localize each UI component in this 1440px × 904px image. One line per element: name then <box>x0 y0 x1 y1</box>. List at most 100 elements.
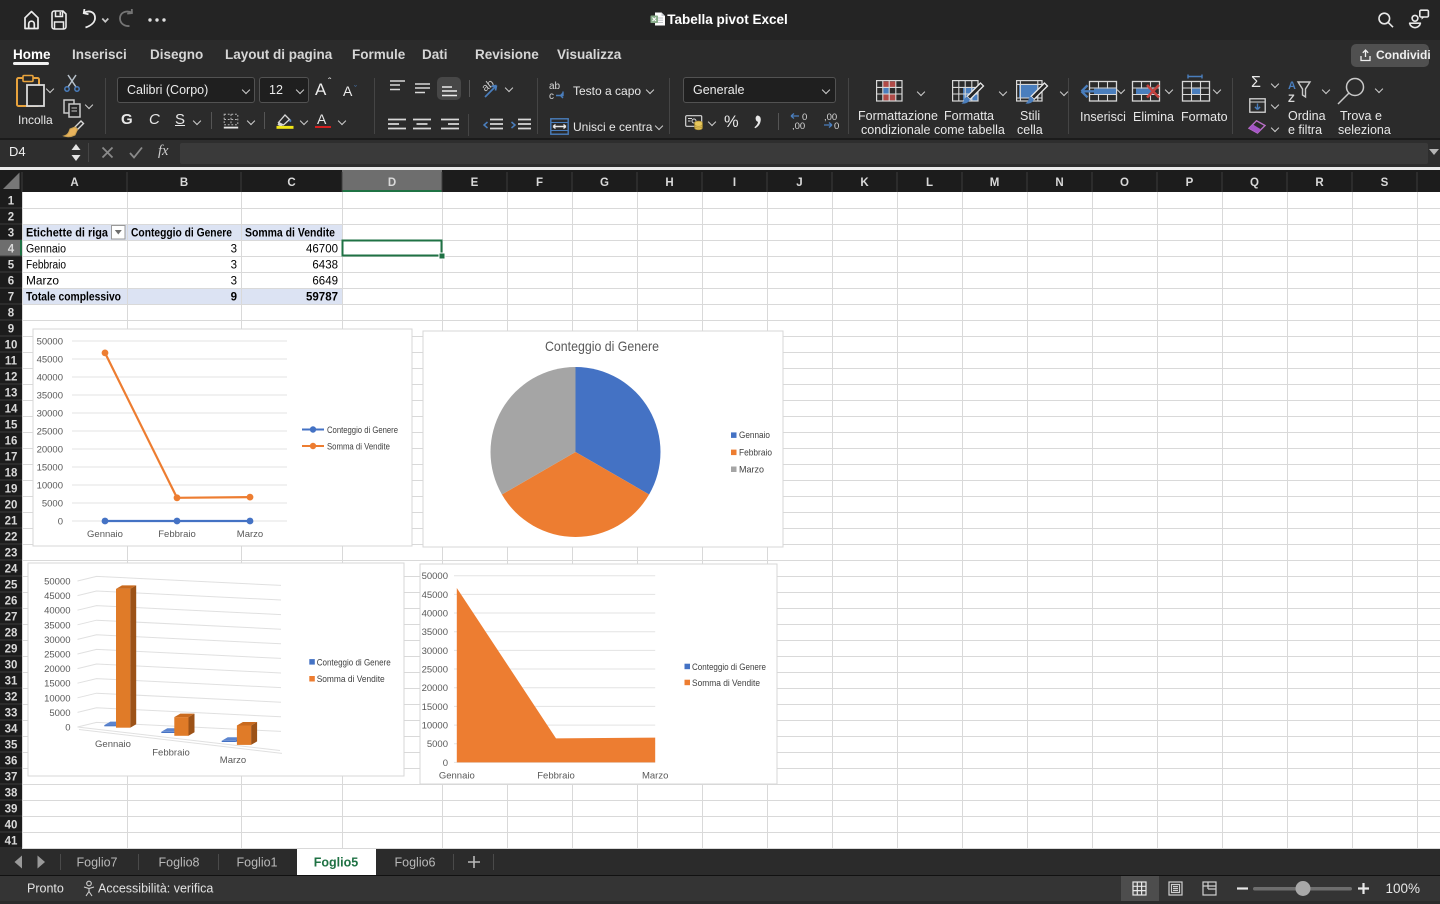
svg-text:Somma di Vendite: Somma di Vendite <box>692 678 760 689</box>
svg-text:30000: 30000 <box>422 646 448 657</box>
svg-text:3: 3 <box>8 228 14 240</box>
svg-text:D: D <box>388 177 396 189</box>
svg-text:5: 5 <box>8 260 15 272</box>
svg-text:30000: 30000 <box>37 409 63 420</box>
svg-text:Gennaio: Gennaio <box>439 771 475 782</box>
svg-text:5000: 5000 <box>49 708 70 719</box>
svg-text:P: P <box>1186 177 1194 189</box>
svg-text:50000: 50000 <box>37 337 63 348</box>
svg-text:15: 15 <box>5 420 18 432</box>
svg-text:Marzo: Marzo <box>237 529 263 540</box>
svg-text:Febbraio: Febbraio <box>537 771 575 782</box>
svg-text:24: 24 <box>5 564 18 576</box>
svg-text:18: 18 <box>5 468 18 480</box>
svg-text:25000: 25000 <box>37 427 63 438</box>
svg-text:H: H <box>665 177 673 189</box>
svg-text:Gennaio: Gennaio <box>739 430 770 441</box>
svg-text:11: 11 <box>5 356 18 368</box>
svg-text:8: 8 <box>8 308 15 320</box>
svg-text:10000: 10000 <box>44 693 70 704</box>
svg-text:40: 40 <box>5 820 18 832</box>
svg-text:22: 22 <box>5 532 18 544</box>
svg-text:2: 2 <box>8 212 14 224</box>
svg-text:29: 29 <box>5 644 18 656</box>
svg-text:30: 30 <box>5 660 18 672</box>
svg-text:23: 23 <box>5 548 18 560</box>
svg-text:3: 3 <box>231 244 237 256</box>
svg-text:10000: 10000 <box>37 481 63 492</box>
svg-text:S: S <box>1381 177 1389 189</box>
svg-text:37: 37 <box>5 772 18 784</box>
svg-text:16: 16 <box>5 436 18 448</box>
svg-text:Conteggio di Genere: Conteggio di Genere <box>692 662 766 673</box>
svg-text:33: 33 <box>5 708 18 720</box>
svg-text:0: 0 <box>65 723 70 734</box>
svg-text:26: 26 <box>5 596 18 608</box>
svg-text:4: 4 <box>8 244 15 256</box>
svg-text:G: G <box>600 177 609 189</box>
svg-text:Foglio1: Foglio1 <box>237 856 278 870</box>
svg-text:Foglio7: Foglio7 <box>77 856 118 870</box>
svg-text:34: 34 <box>5 724 18 736</box>
svg-text:28: 28 <box>5 628 18 640</box>
svg-text:35: 35 <box>5 740 18 752</box>
svg-text:6649: 6649 <box>312 276 338 288</box>
svg-text:Gennaio: Gennaio <box>95 739 131 750</box>
svg-text:36: 36 <box>5 756 18 768</box>
svg-text:15000: 15000 <box>37 463 63 474</box>
svg-text:Q: Q <box>1250 177 1259 189</box>
svg-text:J: J <box>796 177 802 189</box>
svg-text:Conteggio di Genere: Conteggio di Genere <box>327 425 398 436</box>
svg-text:1: 1 <box>8 196 15 208</box>
svg-text:15000: 15000 <box>422 702 448 713</box>
svg-text:M: M <box>990 177 1000 189</box>
svg-text:25: 25 <box>5 580 18 592</box>
svg-text:35000: 35000 <box>44 620 70 631</box>
svg-text:E: E <box>471 177 479 189</box>
svg-text:Conteggio di Genere: Conteggio di Genere <box>131 228 232 240</box>
svg-text:21: 21 <box>5 516 18 528</box>
svg-text:31: 31 <box>5 676 18 688</box>
svg-text:,00: ,00 <box>792 121 805 130</box>
svg-text:O: O <box>1120 177 1129 189</box>
svg-text:35000: 35000 <box>37 391 63 402</box>
svg-text:17: 17 <box>5 452 18 464</box>
svg-text:32: 32 <box>5 692 18 704</box>
svg-text:50000: 50000 <box>422 571 448 582</box>
svg-text:B: B <box>180 177 188 189</box>
svg-text:20: 20 <box>5 500 18 512</box>
svg-text:0: 0 <box>58 517 63 528</box>
svg-text:20000: 20000 <box>37 445 63 456</box>
svg-text:Conteggio di Genere: Conteggio di Genere <box>545 338 659 354</box>
svg-text:0: 0 <box>443 758 448 769</box>
svg-text:5000: 5000 <box>427 739 448 750</box>
svg-text:Gennaio: Gennaio <box>87 529 123 540</box>
svg-text:25000: 25000 <box>422 665 448 676</box>
svg-text:6438: 6438 <box>312 260 338 272</box>
svg-text:38: 38 <box>5 788 18 800</box>
svg-text:Pronto: Pronto <box>27 882 64 896</box>
svg-text:14: 14 <box>5 404 18 416</box>
svg-text:41: 41 <box>5 836 18 848</box>
svg-text:45000: 45000 <box>422 590 448 601</box>
svg-text:Foglio8: Foglio8 <box>159 856 200 870</box>
svg-text:A: A <box>70 177 78 189</box>
svg-text:40000: 40000 <box>44 606 70 617</box>
svg-text:40000: 40000 <box>37 373 63 384</box>
svg-text:F: F <box>536 177 543 189</box>
svg-text:Febbraio: Febbraio <box>152 748 190 759</box>
svg-text:c: c <box>549 91 554 100</box>
svg-text:100%: 100% <box>1385 881 1420 896</box>
svg-text:Accessibilità: verifica: Accessibilità: verifica <box>98 882 213 896</box>
svg-text:7: 7 <box>8 292 14 304</box>
svg-text:Marzo: Marzo <box>739 464 764 475</box>
svg-text:K: K <box>860 177 869 189</box>
svg-text:27: 27 <box>5 612 18 624</box>
svg-text:Gennaio: Gennaio <box>26 244 66 256</box>
svg-text:39: 39 <box>5 804 18 816</box>
svg-text:12: 12 <box>5 372 18 384</box>
svg-text:13: 13 <box>5 388 18 400</box>
svg-text:Somma di Vendite: Somma di Vendite <box>327 442 390 453</box>
svg-text:N: N <box>1055 177 1063 189</box>
svg-text:3: 3 <box>231 260 237 272</box>
